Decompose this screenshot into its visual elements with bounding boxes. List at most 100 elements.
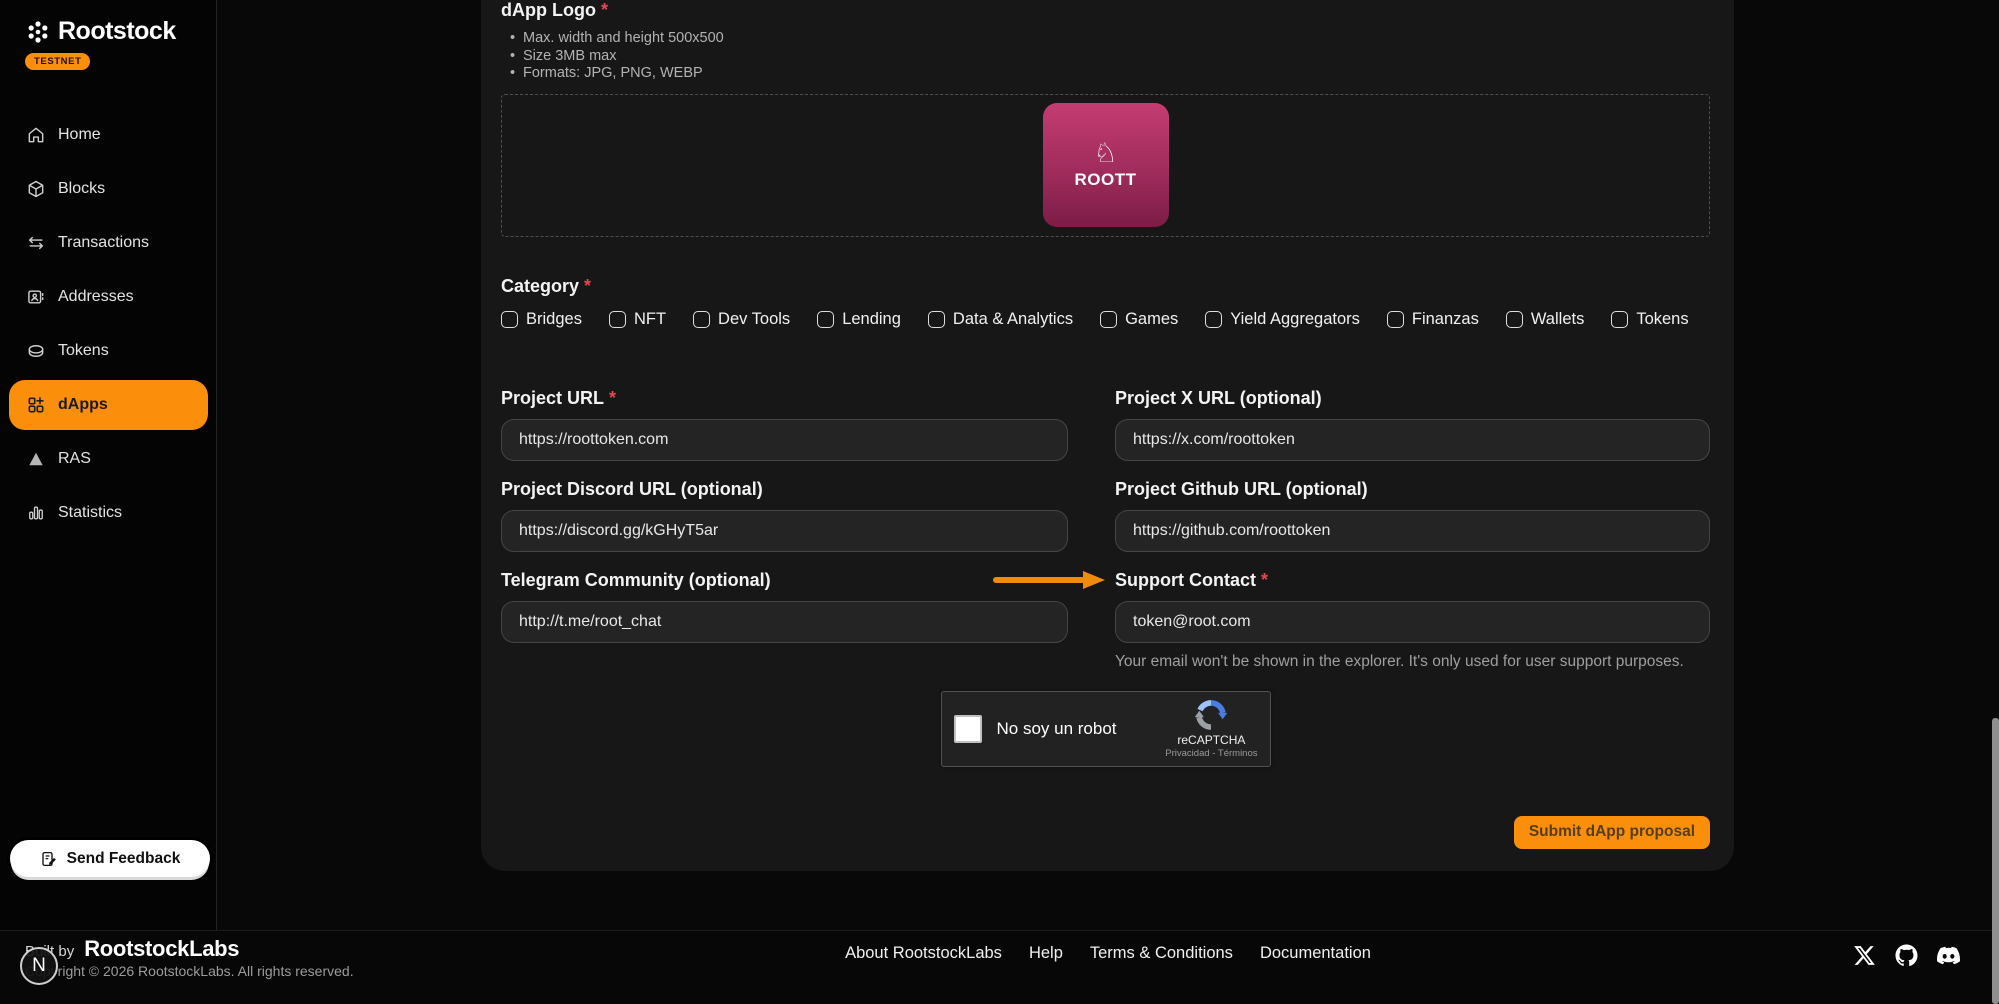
- project-discord-url-input[interactable]: [501, 510, 1068, 552]
- sidebar-item-statistics[interactable]: Statistics: [0, 486, 217, 540]
- category-option-yield-aggregators[interactable]: Yield Aggregators: [1205, 310, 1360, 329]
- category-option-wallets[interactable]: Wallets: [1506, 310, 1584, 329]
- brand-name: Rootstock: [58, 17, 176, 46]
- sidebar-item-label: Home: [58, 126, 101, 144]
- logo-requirements-list: Max. width and height 500x500 Size 3MB m…: [501, 30, 1710, 83]
- category-option-bridges[interactable]: Bridges: [501, 310, 582, 329]
- sidebar-item-label: Transactions: [58, 234, 149, 252]
- footer-link-about[interactable]: About RootstockLabs: [845, 944, 1002, 963]
- support-contact-field: Support Contact* Your email won't be sho…: [1115, 570, 1710, 671]
- checkbox[interactable]: [1506, 311, 1523, 328]
- home-icon: [26, 125, 46, 145]
- footer-link-terms[interactable]: Terms & Conditions: [1090, 944, 1233, 963]
- checkbox[interactable]: [501, 311, 518, 328]
- footer-link-help[interactable]: Help: [1029, 944, 1063, 963]
- required-mark: *: [1261, 570, 1268, 590]
- logo-preview-tile: ♘ ROOTT: [1043, 103, 1169, 227]
- profile-badge[interactable]: N: [20, 947, 58, 985]
- recaptcha-name: reCAPTCHA: [1177, 733, 1245, 747]
- checkbox[interactable]: [1100, 311, 1117, 328]
- bar-chart-icon: [26, 503, 46, 523]
- recaptcha-label: No soy un robot: [997, 719, 1166, 739]
- github-icon[interactable]: [1895, 944, 1918, 967]
- project-url-input[interactable]: [501, 419, 1068, 461]
- sidebar-item-label: Tokens: [58, 342, 109, 360]
- sidebar-item-tokens[interactable]: Tokens: [0, 324, 217, 378]
- project-x-url-input[interactable]: [1115, 419, 1710, 461]
- checkbox[interactable]: [817, 311, 834, 328]
- sidebar: Rootstock TESTNET Home Blocks Transactio…: [0, 0, 217, 935]
- send-feedback-button[interactable]: Send Feedback: [10, 840, 210, 877]
- category-option-games[interactable]: Games: [1100, 310, 1178, 329]
- x-icon[interactable]: [1853, 944, 1876, 967]
- category-option-data-analytics[interactable]: Data & Analytics: [928, 310, 1073, 329]
- project-github-url-input[interactable]: [1115, 510, 1710, 552]
- project-x-url-field: Project X URL (optional): [1115, 388, 1710, 461]
- sidebar-item-dapps[interactable]: dApps: [9, 380, 208, 430]
- category-label: Category*: [501, 276, 1710, 297]
- sidebar-item-label: Blocks: [58, 180, 105, 198]
- telegram-community-field: Telegram Community (optional): [501, 570, 1068, 671]
- category-option-finanzas[interactable]: Finanzas: [1387, 310, 1479, 329]
- sidebar-item-label: dApps: [58, 396, 108, 414]
- recaptcha-brand: reCAPTCHA Privacidad - Términos: [1165, 698, 1257, 759]
- category-option-nft[interactable]: NFT: [609, 310, 666, 329]
- recaptcha-checkbox[interactable]: [954, 715, 982, 743]
- knight-icon: ♘: [1093, 140, 1117, 168]
- submit-row: Submit dApp proposal: [501, 816, 1710, 849]
- telegram-community-input[interactable]: [501, 601, 1068, 643]
- url-fields-grid: Project URL* Project X URL (optional) Pr…: [501, 388, 1710, 671]
- project-url-field: Project URL*: [501, 388, 1068, 461]
- category-option-dev-tools[interactable]: Dev Tools: [693, 310, 790, 329]
- copyright-text: Copyright © 2026 RootstockLabs. All righ…: [25, 963, 354, 979]
- required-mark: *: [584, 276, 591, 296]
- sidebar-item-home[interactable]: Home: [0, 108, 217, 162]
- checkbox[interactable]: [1611, 311, 1628, 328]
- built-by: Built by RootstockLabs: [25, 936, 239, 962]
- logo-requirement: Formats: JPG, PNG, WEBP: [501, 65, 1710, 83]
- recaptcha-terms[interactable]: Privacidad - Términos: [1165, 748, 1257, 759]
- checkbox[interactable]: [609, 311, 626, 328]
- checkbox[interactable]: [693, 311, 710, 328]
- field-label: Project URL*: [501, 388, 1068, 410]
- feedback-pencil-icon: [40, 850, 58, 868]
- sidebar-item-blocks[interactable]: Blocks: [0, 162, 217, 216]
- recaptcha-logo-icon: [1194, 698, 1228, 732]
- brand: Rootstock TESTNET: [25, 17, 176, 70]
- field-label: Project X URL (optional): [1115, 388, 1710, 410]
- category-option-lending[interactable]: Lending: [817, 310, 901, 329]
- field-label: Telegram Community (optional): [501, 570, 1068, 592]
- discord-icon[interactable]: [1937, 944, 1960, 967]
- logo-requirement: Max. width and height 500x500: [501, 30, 1710, 48]
- sidebar-item-transactions[interactable]: Transactions: [0, 216, 217, 270]
- dapp-logo-label: dApp Logo*: [501, 0, 1710, 21]
- checkbox[interactable]: [1205, 311, 1222, 328]
- logo-requirement: Size 3MB max: [501, 48, 1710, 66]
- field-label: Support Contact*: [1115, 570, 1710, 592]
- sidebar-nav: Home Blocks Transactions Addresses Token…: [0, 108, 217, 540]
- coin-icon: [26, 341, 46, 361]
- support-contact-input[interactable]: [1115, 601, 1710, 643]
- logo-upload-dropzone[interactable]: ♘ ROOTT: [501, 94, 1710, 237]
- footer-divider: [0, 930, 1999, 931]
- sidebar-item-label: RAS: [58, 450, 91, 468]
- checkbox[interactable]: [928, 311, 945, 328]
- scrollbar-thumb[interactable]: [1992, 718, 1999, 1004]
- submit-dapp-proposal-button[interactable]: Submit dApp proposal: [1514, 816, 1710, 849]
- testnet-badge: TESTNET: [25, 53, 90, 70]
- sidebar-item-label: Addresses: [58, 288, 134, 306]
- required-mark: *: [601, 0, 608, 20]
- rootstock-logo-icon: [25, 19, 51, 45]
- dapp-proposal-form-panel: dApp Logo* Max. width and height 500x500…: [481, 0, 1734, 871]
- built-by-name: RootstockLabs: [84, 936, 239, 962]
- field-label: Project Github URL (optional): [1115, 479, 1710, 501]
- checkbox[interactable]: [1387, 311, 1404, 328]
- swap-arrows-icon: [26, 233, 46, 253]
- category-option-tokens[interactable]: Tokens: [1611, 310, 1688, 329]
- footer-link-documentation[interactable]: Documentation: [1260, 944, 1371, 963]
- project-discord-url-field: Project Discord URL (optional): [501, 479, 1068, 552]
- sidebar-item-addresses[interactable]: Addresses: [0, 270, 217, 324]
- sidebar-item-ras[interactable]: RAS: [0, 432, 217, 486]
- project-github-url-field: Project Github URL (optional): [1115, 479, 1710, 552]
- logo-preview-symbol: ROOTT: [1075, 170, 1137, 190]
